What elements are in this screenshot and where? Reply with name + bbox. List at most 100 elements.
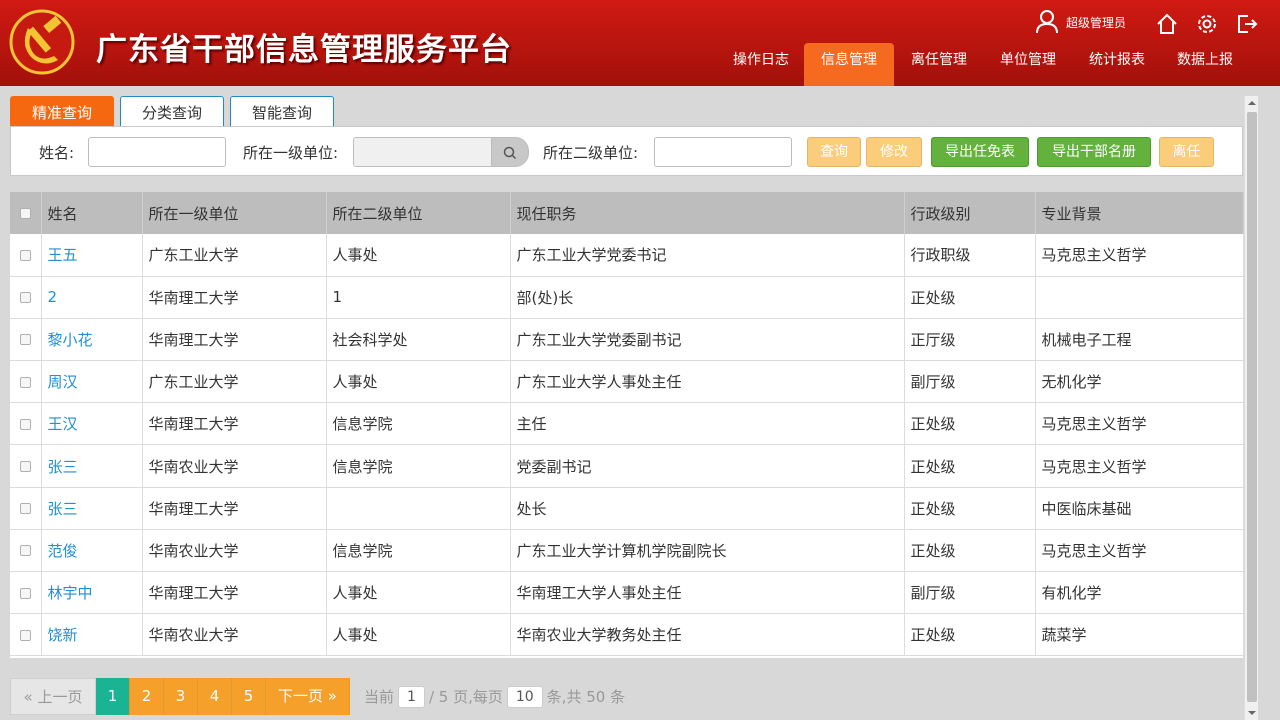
row-checkbox[interactable] bbox=[19, 503, 31, 515]
table-row[interactable]: 王汉 华南理工大学 信息学院 主任 正处级 马克思主义哲学 bbox=[10, 402, 1244, 446]
cell-name[interactable]: 王五 bbox=[41, 234, 143, 277]
scroll-thumb[interactable] bbox=[1247, 112, 1257, 702]
unit2-input[interactable] bbox=[654, 137, 792, 167]
table-header: 姓名 所在一级单位 所在二级单位 现任职务 行政级别 专业背景 bbox=[10, 192, 1244, 234]
table-row[interactable]: 范俊 华南农业大学 信息学院 广东工业大学计算机学院副院长 正处级 马克思主义哲学 bbox=[10, 529, 1244, 573]
cell-major: 马克思主义哲学 bbox=[1035, 444, 1244, 488]
scroll-up-arrow-icon[interactable] bbox=[1245, 96, 1259, 110]
cell-name[interactable]: 黎小花 bbox=[41, 318, 143, 362]
cell-unit2: 信息学院 bbox=[326, 402, 511, 446]
logout-icon[interactable] bbox=[1236, 13, 1258, 35]
export-roster-button[interactable]: 导出干部名册 bbox=[1037, 137, 1151, 167]
select-all-checkbox[interactable] bbox=[19, 208, 31, 219]
nav-leave-management[interactable]: 离任管理 bbox=[894, 43, 984, 86]
cell-name[interactable]: 范俊 bbox=[41, 529, 143, 573]
row-checkbox[interactable] bbox=[19, 629, 31, 641]
col-major[interactable]: 专业背景 bbox=[1035, 192, 1244, 234]
unit1-search-button[interactable] bbox=[491, 137, 529, 167]
current-page-input[interactable]: 1 bbox=[398, 685, 425, 708]
cell-position: 广东工业大学党委副书记 bbox=[510, 318, 905, 362]
export-appointment-button[interactable]: 导出任免表 bbox=[931, 137, 1029, 167]
unit1-input[interactable] bbox=[353, 137, 493, 167]
tab-category-query[interactable]: 分类查询 bbox=[120, 96, 224, 127]
table-row[interactable]: 2 华南理工大学 1 部(处)长 正处级 bbox=[10, 276, 1244, 319]
nav-data-report[interactable]: 数据上报 bbox=[1162, 43, 1248, 86]
edit-button[interactable]: 修改 bbox=[866, 137, 922, 167]
table-row[interactable]: 林宇中 华南理工大学 人事处 华南理工大学人事处主任 副厅级 有机化学 bbox=[10, 571, 1244, 615]
search-bar: 姓名: 所在一级单位: 所在二级单位: 查询 修改 导出任免表 导出干部名册 离… bbox=[10, 126, 1243, 176]
row-checkbox-cell bbox=[10, 571, 42, 615]
row-checkbox[interactable] bbox=[19, 334, 31, 346]
next-page-button[interactable]: 下一页 » bbox=[266, 678, 350, 715]
cell-name[interactable]: 张三 bbox=[41, 487, 143, 530]
col-unit1[interactable]: 所在一级单位 bbox=[142, 192, 327, 234]
table-row[interactable]: 饶新 华南农业大学 人事处 华南农业大学教务处主任 正处级 蔬菜学 bbox=[10, 613, 1244, 657]
tab-precise-query[interactable]: 精准查询 bbox=[10, 96, 114, 127]
cell-unit1: 华南农业大学 bbox=[142, 444, 327, 488]
row-checkbox[interactable] bbox=[19, 461, 31, 473]
cell-name[interactable]: 饶新 bbox=[41, 613, 143, 657]
page-4-button[interactable]: 4 bbox=[198, 678, 232, 715]
scroll-down-arrow-icon[interactable] bbox=[1245, 706, 1259, 720]
per-page-input[interactable]: 10 bbox=[506, 685, 543, 708]
cell-rank: 正处级 bbox=[904, 613, 1036, 657]
page-1-button[interactable]: 1 bbox=[96, 678, 130, 715]
cell-name[interactable]: 张三 bbox=[41, 444, 143, 488]
home-icon[interactable] bbox=[1156, 13, 1178, 35]
page-2-button[interactable]: 2 bbox=[130, 678, 164, 715]
col-position[interactable]: 现任职务 bbox=[510, 192, 905, 234]
row-checkbox-cell bbox=[10, 613, 42, 657]
nav-unit-management[interactable]: 单位管理 bbox=[984, 43, 1072, 86]
col-name[interactable]: 姓名 bbox=[41, 192, 143, 234]
select-all-cell bbox=[10, 192, 42, 234]
cell-unit1: 华南理工大学 bbox=[142, 276, 327, 319]
table-row[interactable]: 黎小花 华南理工大学 社会科学处 广东工业大学党委副书记 正厅级 机械电子工程 bbox=[10, 318, 1244, 362]
cell-rank: 正处级 bbox=[904, 529, 1036, 573]
cell-name[interactable]: 林宇中 bbox=[41, 571, 143, 615]
row-checkbox-cell bbox=[10, 360, 42, 404]
cell-unit2: 人事处 bbox=[326, 571, 511, 615]
row-checkbox[interactable] bbox=[19, 545, 31, 557]
nav-info-management[interactable]: 信息管理 bbox=[804, 43, 894, 86]
cell-unit2: 人事处 bbox=[326, 360, 511, 404]
row-checkbox[interactable] bbox=[19, 418, 31, 430]
row-checkbox[interactable] bbox=[19, 376, 31, 388]
cell-unit2: 1 bbox=[326, 276, 511, 319]
row-checkbox[interactable] bbox=[19, 587, 31, 599]
cell-unit1: 华南农业大学 bbox=[142, 529, 327, 573]
cell-unit2: 社会科学处 bbox=[326, 318, 511, 362]
leave-button[interactable]: 离任 bbox=[1159, 137, 1214, 167]
cell-unit2 bbox=[326, 487, 511, 530]
row-checkbox-cell bbox=[10, 234, 42, 277]
cell-rank: 正处级 bbox=[904, 276, 1036, 319]
gear-icon[interactable] bbox=[1196, 13, 1218, 35]
query-button[interactable]: 查询 bbox=[807, 137, 861, 167]
table-row[interactable]: 张三 华南农业大学 信息学院 党委副书记 正处级 马克思主义哲学 bbox=[10, 444, 1244, 488]
col-rank[interactable]: 行政级别 bbox=[904, 192, 1036, 234]
cell-rank: 副厅级 bbox=[904, 360, 1036, 404]
nav-operation-log[interactable]: 操作日志 bbox=[718, 43, 804, 86]
table-row[interactable]: 张三 华南理工大学 处长 正处级 中医临床基础 bbox=[10, 487, 1244, 530]
cell-major: 马克思主义哲学 bbox=[1035, 529, 1244, 573]
col-unit2[interactable]: 所在二级单位 bbox=[326, 192, 511, 234]
query-tabs: 精准查询 分类查询 智能查询 bbox=[10, 96, 340, 127]
nav-statistics[interactable]: 统计报表 bbox=[1072, 43, 1162, 86]
cell-name[interactable]: 周汉 bbox=[41, 360, 143, 404]
cell-unit1: 华南理工大学 bbox=[142, 318, 327, 362]
user-name[interactable]: 超级管理员 bbox=[1066, 14, 1126, 31]
cell-major: 机械电子工程 bbox=[1035, 318, 1244, 362]
cell-name[interactable]: 2 bbox=[41, 276, 143, 319]
prev-page-button[interactable]: « 上一页 bbox=[10, 678, 96, 715]
row-checkbox[interactable] bbox=[19, 249, 31, 261]
cell-name[interactable]: 王汉 bbox=[41, 402, 143, 446]
cell-position: 广东工业大学党委书记 bbox=[510, 234, 905, 277]
vertical-scrollbar[interactable] bbox=[1244, 96, 1258, 720]
page-5-button[interactable]: 5 bbox=[232, 678, 266, 715]
row-checkbox[interactable] bbox=[19, 292, 31, 304]
cell-position: 华南理工大学人事处主任 bbox=[510, 571, 905, 615]
table-row[interactable]: 王五 广东工业大学 人事处 广东工业大学党委书记 行政职级 马克思主义哲学 bbox=[10, 234, 1244, 277]
name-input[interactable] bbox=[88, 137, 226, 167]
tab-smart-query[interactable]: 智能查询 bbox=[230, 96, 334, 127]
page-3-button[interactable]: 3 bbox=[164, 678, 198, 715]
table-row[interactable]: 周汉 广东工业大学 人事处 广东工业大学人事处主任 副厅级 无机化学 bbox=[10, 360, 1244, 404]
